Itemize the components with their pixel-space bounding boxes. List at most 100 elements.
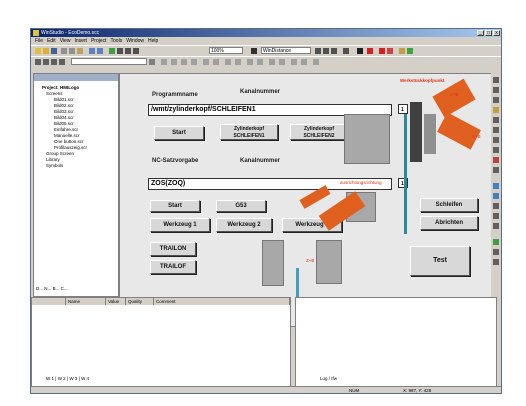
menu-file[interactable]: File [35,38,43,44]
channel-field-1[interactable]: 1 [398,104,408,114]
pointer-icon[interactable] [251,48,257,54]
table-tab[interactable]: W 2 [58,376,66,381]
zylinderkopf-2-button[interactable]: Zylinderkopf SCHLEIFEN2 [290,124,348,140]
menu-window[interactable]: Window [126,38,144,44]
col-quality[interactable]: Quality [126,298,154,305]
align-left-icon[interactable] [161,59,167,65]
property-field[interactable]: WinDistance [261,47,311,54]
open-icon[interactable] [43,48,49,54]
tree-item-library[interactable]: Library [46,157,60,162]
undo-icon[interactable] [89,48,95,54]
alarm-tool-icon[interactable] [493,239,499,245]
ellipse-tool-icon[interactable] [493,137,499,143]
trailof-button[interactable]: TRAILOF [150,260,196,274]
record-icon[interactable] [379,48,385,54]
tree-item[interactable]: Manuelle.scr [54,133,80,138]
grid-icon[interactable] [109,48,115,54]
start-button-2[interactable]: Start [150,200,200,212]
italic-icon[interactable] [323,48,329,54]
space-h-icon[interactable] [269,59,275,65]
home-icon[interactable] [59,59,65,65]
gauge-tool-icon[interactable] [493,213,499,219]
table-tab[interactable]: W 1 [46,376,54,381]
abrichten-button[interactable]: Abrichten [420,216,478,230]
object-selector[interactable] [71,58,147,65]
tree-item[interactable]: One button.scr [54,139,84,144]
move-tool-icon[interactable] [493,97,499,103]
hand-tool-icon[interactable] [493,87,499,93]
col-comment[interactable]: Comment [154,298,290,305]
flip-icon[interactable] [301,59,307,65]
line-tool-icon[interactable] [493,117,499,123]
menu-insert[interactable]: Insert [74,38,87,44]
group-icon[interactable] [225,59,231,65]
table-tab[interactable]: W 4 [81,376,89,381]
switch-tool-icon[interactable] [493,193,499,199]
trailon-button[interactable]: TRAILON [150,242,196,256]
same-width-icon[interactable] [247,59,253,65]
menu-help[interactable]: Help [148,38,158,44]
close-button[interactable]: x [493,30,500,36]
text-tool-icon[interactable] [493,107,499,113]
recipe-tool-icon[interactable] [493,249,499,255]
send-back-icon[interactable] [213,59,219,65]
redo-icon[interactable] [97,48,103,54]
col-name[interactable]: Name [66,298,106,305]
col-value[interactable]: Value [106,298,126,305]
tree-item-symbols[interactable]: Symbols [46,163,63,168]
bring-front-icon[interactable] [203,59,209,65]
distribute-icon[interactable] [343,48,349,54]
space-v-icon[interactable] [279,59,285,65]
g53-button[interactable]: G53 [216,200,266,212]
ungroup-icon[interactable] [235,59,241,65]
rotate-icon[interactable] [291,59,297,65]
check-icon[interactable] [407,48,413,54]
maximize-button[interactable]: □ [485,30,492,36]
schleifen-button[interactable]: Schleifen [420,198,478,212]
copy-icon[interactable] [69,48,75,54]
layer-icon[interactable] [313,59,319,65]
tree-item[interactable]: Bild01.scr [54,97,74,102]
table-icon[interactable] [133,48,139,54]
play-icon[interactable] [357,48,363,54]
log-tab[interactable]: Log [320,376,328,381]
refresh-icon[interactable] [51,59,57,65]
graphic-tool-icon[interactable] [493,259,499,265]
new-icon[interactable] [35,48,41,54]
layout-icon[interactable] [125,48,131,54]
button-tool-icon[interactable] [493,183,499,189]
runtime-icon[interactable] [387,48,393,54]
zylinderkopf-1-button[interactable]: Zylinderkopf SCHLEIFEN1 [220,124,278,140]
menu-project[interactable]: Project [91,38,107,44]
tree-tab[interactable]: D... [36,286,43,291]
align-icon[interactable] [117,48,123,54]
trend-tool-icon[interactable] [493,223,499,229]
table-tab[interactable]: W 3 [69,376,77,381]
werkzeug-1-button[interactable]: Werkzeug 1 [150,218,210,232]
log-tab[interactable]: Ifw [331,376,337,381]
test-button[interactable]: Test [410,246,470,276]
tree-item[interactable]: Einfahre.scr [54,127,78,132]
werkzeug-2-button[interactable]: Werkzeug 2 [216,218,272,232]
bold-icon[interactable] [315,48,321,54]
menu-view[interactable]: View [60,38,71,44]
minimize-button[interactable]: _ [477,30,484,36]
select-tool-icon[interactable] [493,77,499,83]
cut-icon[interactable] [61,48,67,54]
justify-icon[interactable] [331,48,337,54]
tree-tab[interactable]: B... [53,286,60,291]
align-top-icon[interactable] [191,59,197,65]
zoom-field[interactable]: 100% [209,47,243,54]
tree-item[interactable]: Bild05.scr [54,121,74,126]
polygon-tool-icon[interactable] [493,147,499,153]
rect-tool-icon[interactable] [493,127,499,133]
start-button[interactable]: Start [154,126,204,140]
tree-item[interactable]: Bild02.scr [54,103,74,108]
project-root[interactable]: Project: HMILogo [42,85,79,90]
tree-tab[interactable]: C... [61,286,68,291]
menu-edit[interactable]: Edit [47,38,56,44]
pencil-icon[interactable] [399,48,405,54]
paste-icon[interactable] [77,48,83,54]
same-height-icon[interactable] [257,59,263,65]
tree-tab[interactable]: N... [44,286,51,291]
